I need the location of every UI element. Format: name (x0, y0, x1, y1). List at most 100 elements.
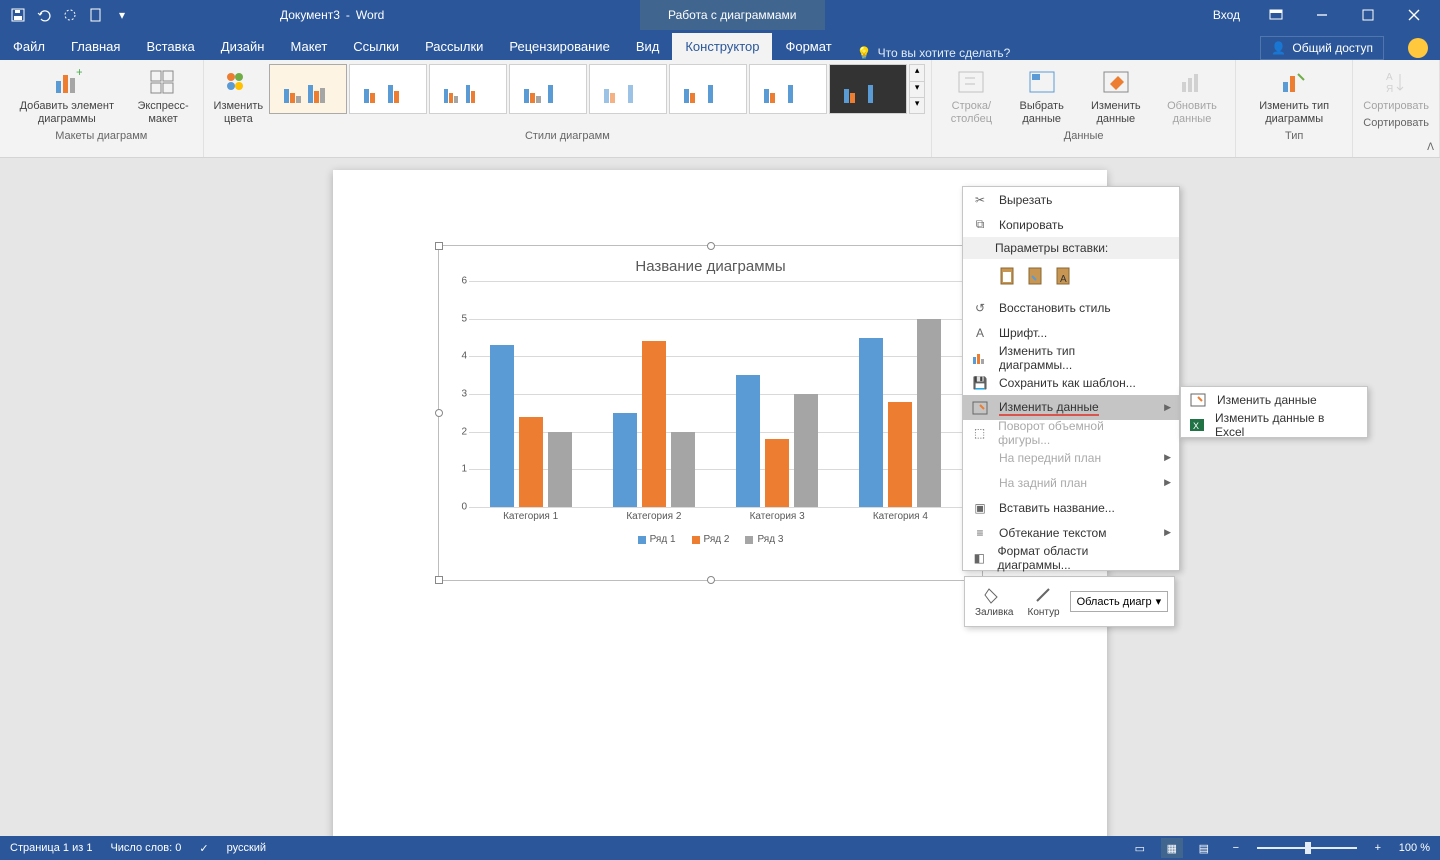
tab-view[interactable]: Вид (623, 33, 673, 60)
chart-tools-title: Работа с диаграммами (640, 0, 825, 30)
close-button[interactable] (1394, 1, 1434, 29)
status-language[interactable]: русский (227, 842, 266, 854)
quick-layout-button[interactable]: Экспресс-макет (130, 64, 197, 128)
svg-text:X: X (1193, 421, 1199, 431)
qat-customize[interactable]: ▾ (110, 3, 134, 27)
resize-handle[interactable] (435, 242, 443, 250)
minimize-button[interactable] (1302, 1, 1342, 29)
tab-review[interactable]: Рецензирование (496, 33, 622, 60)
ctx-format-area[interactable]: ◧Формат области диаграммы... (963, 545, 1179, 570)
mini-fill-button[interactable]: Заливка (971, 583, 1018, 620)
ctx-save-template[interactable]: 💾Сохранить как шаблон... (963, 370, 1179, 395)
document-canvas[interactable]: Название диаграммы 0123456 Категория 1Ка… (0, 158, 1440, 836)
save-button[interactable] (6, 3, 30, 27)
style-thumb-5[interactable] (589, 64, 667, 114)
spell-check-icon[interactable]: ✓ (199, 842, 208, 855)
edit-data-button[interactable]: Изменить данные (1079, 64, 1153, 128)
mini-outline-button[interactable]: Контур (1024, 583, 1064, 620)
chart-title[interactable]: Название диаграммы (439, 246, 982, 281)
resize-handle[interactable] (707, 242, 715, 250)
styles-scroll-down[interactable]: ▾ (910, 81, 924, 97)
style-thumb-7[interactable] (749, 64, 827, 114)
resize-handle[interactable] (707, 576, 715, 584)
type-group-label: Тип (1285, 128, 1303, 144)
paste-option-3[interactable]: A (1051, 263, 1075, 289)
lightbulb-icon: 💡 (857, 46, 872, 60)
change-colors-button[interactable]: Изменить цвета (210, 64, 268, 128)
style-thumb-3[interactable] (429, 64, 507, 114)
tab-home[interactable]: Главная (58, 33, 133, 60)
bars-area (469, 281, 962, 507)
ctx-reset-style[interactable]: ↺Восстановить стиль (963, 295, 1179, 320)
ribbon-options-button[interactable] (1256, 1, 1296, 29)
resize-handle[interactable] (435, 409, 443, 417)
tab-insert[interactable]: Вставка (133, 33, 207, 60)
tab-file[interactable]: Файл (0, 33, 58, 60)
style-thumb-8[interactable] (829, 64, 907, 114)
feedback-smiley-icon[interactable] (1408, 38, 1428, 58)
style-thumb-4[interactable] (509, 64, 587, 114)
view-read-button[interactable]: ▭ (1129, 838, 1151, 858)
refresh-icon (1176, 66, 1208, 98)
zoom-in-button[interactable]: + (1367, 838, 1389, 858)
maximize-button[interactable] (1348, 1, 1388, 29)
context-menu: ✂Вырезать ⧉Копировать Параметры вставки:… (962, 186, 1180, 571)
ctx-change-type[interactable]: Изменить тип диаграммы... (963, 345, 1179, 370)
mini-area-select[interactable]: Область диагр▾ (1070, 591, 1169, 612)
zoom-level[interactable]: 100 % (1399, 842, 1430, 854)
style-thumb-6[interactable] (669, 64, 747, 114)
text-wrap-icon: ≡ (971, 526, 989, 540)
login-link[interactable]: Вход (1203, 8, 1250, 22)
chart-plot-area[interactable]: 0123456 (469, 281, 962, 507)
tab-layout[interactable]: Макет (277, 33, 340, 60)
change-chart-type-button[interactable]: Изменить тип диаграммы (1242, 64, 1346, 128)
paste-option-2[interactable] (1023, 263, 1047, 289)
style-thumb-1[interactable] (269, 64, 347, 114)
sub-edit-data[interactable]: Изменить данные (1181, 387, 1367, 412)
ctx-font[interactable]: AШрифт... (963, 320, 1179, 345)
tab-format[interactable]: Формат (772, 33, 844, 60)
ctx-text-wrap[interactable]: ≡Обтекание текстом▶ (963, 520, 1179, 545)
styles-more[interactable]: ▾ (910, 97, 924, 113)
layouts-group-label: Макеты диаграмм (55, 128, 147, 144)
tell-me-search[interactable]: 💡Что вы хотите сделать? (845, 46, 1023, 60)
chart-legend[interactable]: Ряд 1Ряд 2Ряд 3 (439, 534, 982, 545)
view-web-button[interactable]: ▤ (1193, 838, 1215, 858)
style-thumb-2[interactable] (349, 64, 427, 114)
paste-option-1[interactable] (995, 263, 1019, 289)
ctx-edit-data[interactable]: Изменить данные▶ (963, 395, 1179, 420)
view-print-button[interactable]: ▦ (1161, 838, 1183, 858)
person-icon: 👤 (1271, 41, 1286, 55)
sub-edit-excel[interactable]: XИзменить данные в Excel (1181, 412, 1367, 437)
collapse-ribbon-button[interactable]: ᐱ (1427, 142, 1434, 153)
redo-button[interactable] (58, 3, 82, 27)
zoom-slider[interactable] (1257, 847, 1357, 849)
zoom-out-button[interactable]: − (1225, 838, 1247, 858)
scissors-icon: ✂ (971, 193, 989, 207)
add-chart-element-button[interactable]: + Добавить элемент диаграммы (6, 64, 128, 128)
app-name: Word (356, 8, 384, 22)
ctx-rotate-3d: ⬚Поворот объемной фигуры... (963, 420, 1179, 445)
data-group-label: Данные (1064, 128, 1104, 144)
ctx-cut[interactable]: ✂Вырезать (963, 187, 1179, 212)
refresh-data-button: Обновить данные (1155, 64, 1229, 128)
share-button[interactable]: 👤Общий доступ (1260, 36, 1384, 60)
tab-references[interactable]: Ссылки (340, 33, 412, 60)
styles-scroll-up[interactable]: ▴ (910, 65, 924, 81)
select-data-button[interactable]: Выбрать данные (1007, 64, 1077, 128)
tab-design[interactable]: Дизайн (208, 33, 278, 60)
tab-constructor[interactable]: Конструктор (672, 33, 772, 60)
new-doc-button[interactable] (84, 3, 108, 27)
edit-data-icon (1100, 66, 1132, 98)
chart-styles-gallery[interactable]: ▴ ▾ ▾ (269, 64, 925, 114)
resize-handle[interactable] (435, 576, 443, 584)
chart-object[interactable]: Название диаграммы 0123456 Категория 1Ка… (438, 245, 983, 581)
status-page[interactable]: Страница 1 из 1 (10, 842, 92, 854)
status-words[interactable]: Число слов: 0 (110, 842, 181, 854)
tab-mailings[interactable]: Рассылки (412, 33, 496, 60)
ctx-insert-title[interactable]: ▣Вставить название... (963, 495, 1179, 520)
excel-icon: X (1189, 418, 1205, 432)
ctx-copy[interactable]: ⧉Копировать (963, 212, 1179, 237)
undo-button[interactable] (32, 3, 56, 27)
ctx-paste-header: Параметры вставки: (963, 237, 1179, 259)
